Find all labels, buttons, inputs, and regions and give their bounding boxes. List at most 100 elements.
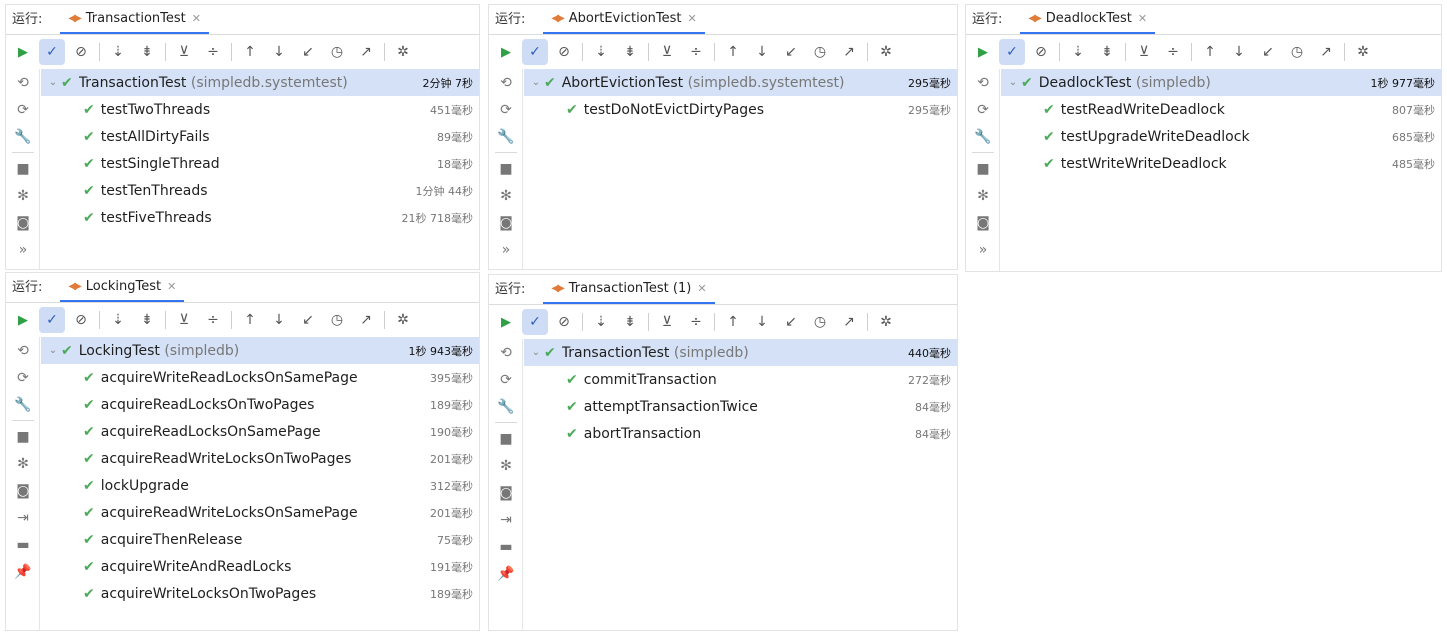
- export-results-icon[interactable]: ↗: [353, 39, 379, 65]
- test-case-row[interactable]: ✔ commitTransaction 272毫秒: [524, 366, 957, 393]
- collapse-all-icon[interactable]: ÷: [1160, 39, 1186, 65]
- rerun-failed-icon[interactable]: ⟲: [6, 69, 40, 96]
- settings-icon[interactable]: ✲: [1350, 39, 1376, 65]
- stop-icon[interactable]: ■: [966, 155, 1000, 182]
- settings-icon[interactable]: ✲: [390, 307, 416, 333]
- expand-all-icon[interactable]: ⊻: [171, 39, 197, 65]
- test-case-row[interactable]: ✔ testReadWriteDeadlock 807毫秒: [1001, 96, 1441, 123]
- show-ignored-icon[interactable]: ⊘: [1028, 39, 1054, 65]
- rerun-icon[interactable]: ▶: [10, 307, 36, 333]
- debug-icon[interactable]: ✻: [6, 450, 40, 477]
- rerun-failed-icon[interactable]: ⟲: [489, 69, 523, 96]
- stop-icon[interactable]: ■: [6, 155, 40, 182]
- show-passed-icon[interactable]: ✓: [39, 307, 65, 333]
- history-icon[interactable]: ◷: [324, 307, 350, 333]
- chevron-down-icon[interactable]: ⌄: [528, 347, 544, 358]
- rerun-icon[interactable]: ▶: [970, 39, 996, 65]
- camera-icon[interactable]: ◙: [966, 209, 1000, 236]
- toggle-autotest-icon[interactable]: ⟳: [6, 96, 40, 123]
- test-case-row[interactable]: ✔ acquireReadLocksOnSamePage 190毫秒: [41, 418, 479, 445]
- collapse-all-icon[interactable]: ÷: [683, 39, 709, 65]
- more-icon[interactable]: »: [489, 236, 523, 263]
- import-results-icon[interactable]: ↙: [778, 39, 804, 65]
- test-case-row[interactable]: ✔ attemptTransactionTwice 84毫秒: [524, 393, 957, 420]
- show-passed-icon[interactable]: ✓: [522, 39, 548, 65]
- test-case-row[interactable]: ✔ acquireReadWriteLocksOnTwoPages 201毫秒: [41, 445, 479, 472]
- chevron-down-icon[interactable]: ⌄: [1005, 77, 1021, 88]
- sort-alpha-icon[interactable]: ⇣: [105, 307, 131, 333]
- show-ignored-icon[interactable]: ⊘: [551, 309, 577, 335]
- toggle-autotest-icon[interactable]: ⟳: [489, 96, 523, 123]
- chevron-down-icon[interactable]: ⌄: [528, 77, 544, 88]
- debug-icon[interactable]: ✻: [966, 182, 1000, 209]
- run-tab[interactable]: ◀▶ TransactionTest ✕: [60, 5, 209, 34]
- test-case-row[interactable]: ✔ acquireWriteAndReadLocks 191毫秒: [41, 553, 479, 580]
- history-icon[interactable]: ◷: [807, 309, 833, 335]
- exit-icon[interactable]: ⇥: [489, 506, 523, 533]
- next-failed-icon[interactable]: ↓: [1226, 39, 1252, 65]
- collapse-all-icon[interactable]: ÷: [683, 309, 709, 335]
- more-icon[interactable]: »: [6, 236, 40, 263]
- previous-failed-icon[interactable]: ↑: [237, 39, 263, 65]
- run-tab[interactable]: ◀▶ DeadlockTest ✕: [1020, 5, 1156, 34]
- rerun-icon[interactable]: ▶: [10, 39, 36, 65]
- chevron-down-icon[interactable]: ⌄: [45, 77, 61, 88]
- debug-icon[interactable]: ✻: [489, 182, 523, 209]
- debug-icon[interactable]: ✻: [6, 182, 40, 209]
- rerun-failed-icon[interactable]: ⟲: [966, 69, 1000, 96]
- stop-icon[interactable]: ■: [6, 423, 40, 450]
- sort-duration-icon[interactable]: ⇟: [1094, 39, 1120, 65]
- collapse-all-icon[interactable]: ÷: [200, 307, 226, 333]
- test-case-row[interactable]: ✔ testDoNotEvictDirtyPages 295毫秒: [524, 96, 957, 123]
- previous-failed-icon[interactable]: ↑: [720, 309, 746, 335]
- import-results-icon[interactable]: ↙: [778, 309, 804, 335]
- wrench-icon[interactable]: 🔧: [489, 123, 523, 150]
- close-icon[interactable]: ✕: [167, 280, 176, 293]
- rerun-icon[interactable]: ▶: [493, 309, 519, 335]
- settings-icon[interactable]: ✲: [873, 309, 899, 335]
- sort-alpha-icon[interactable]: ⇣: [1065, 39, 1091, 65]
- test-suite-row[interactable]: ⌄ ✔ TransactionTest (simpledb.systemtest) 2…: [41, 69, 479, 96]
- previous-failed-icon[interactable]: ↑: [237, 307, 263, 333]
- import-results-icon[interactable]: ↙: [295, 307, 321, 333]
- previous-failed-icon[interactable]: ↑: [720, 39, 746, 65]
- expand-all-icon[interactable]: ⊻: [171, 307, 197, 333]
- toggle-autotest-icon[interactable]: ⟳: [966, 96, 1000, 123]
- chevron-down-icon[interactable]: ⌄: [45, 345, 61, 356]
- stop-icon[interactable]: ■: [489, 155, 523, 182]
- toggle-autotest-icon[interactable]: ⟳: [489, 366, 523, 393]
- test-suite-row[interactable]: ⌄ ✔ TransactionTest (simpledb) 440毫秒: [524, 339, 957, 366]
- layout-icon[interactable]: ▬: [6, 531, 40, 558]
- collapse-all-icon[interactable]: ÷: [200, 39, 226, 65]
- export-results-icon[interactable]: ↗: [836, 309, 862, 335]
- camera-icon[interactable]: ◙: [6, 477, 40, 504]
- test-case-row[interactable]: ✔ testTenThreads 1分钟 44秒: [41, 177, 479, 204]
- show-passed-icon[interactable]: ✓: [522, 309, 548, 335]
- test-suite-row[interactable]: ⌄ ✔ LockingTest (simpledb) 1秒 943毫秒: [41, 337, 479, 364]
- pin-icon[interactable]: 📌: [6, 558, 40, 585]
- wrench-icon[interactable]: 🔧: [489, 393, 523, 420]
- show-passed-icon[interactable]: ✓: [39, 39, 65, 65]
- camera-icon[interactable]: ◙: [489, 209, 523, 236]
- show-ignored-icon[interactable]: ⊘: [551, 39, 577, 65]
- expand-all-icon[interactable]: ⊻: [654, 39, 680, 65]
- test-case-row[interactable]: ✔ abortTransaction 84毫秒: [524, 420, 957, 447]
- pin-icon[interactable]: 📌: [489, 560, 523, 587]
- expand-all-icon[interactable]: ⊻: [654, 309, 680, 335]
- next-failed-icon[interactable]: ↓: [749, 309, 775, 335]
- next-failed-icon[interactable]: ↓: [266, 39, 292, 65]
- export-results-icon[interactable]: ↗: [353, 307, 379, 333]
- next-failed-icon[interactable]: ↓: [749, 39, 775, 65]
- sort-duration-icon[interactable]: ⇟: [134, 39, 160, 65]
- export-results-icon[interactable]: ↗: [1313, 39, 1339, 65]
- run-tab[interactable]: ◀▶ AbortEvictionTest ✕: [543, 5, 705, 34]
- test-case-row[interactable]: ✔ acquireReadWriteLocksOnSamePage 201毫秒: [41, 499, 479, 526]
- settings-icon[interactable]: ✲: [873, 39, 899, 65]
- sort-duration-icon[interactable]: ⇟: [617, 309, 643, 335]
- rerun-failed-icon[interactable]: ⟲: [6, 337, 40, 364]
- wrench-icon[interactable]: 🔧: [6, 123, 40, 150]
- history-icon[interactable]: ◷: [1284, 39, 1310, 65]
- import-results-icon[interactable]: ↙: [1255, 39, 1281, 65]
- sort-alpha-icon[interactable]: ⇣: [588, 39, 614, 65]
- wrench-icon[interactable]: 🔧: [6, 391, 40, 418]
